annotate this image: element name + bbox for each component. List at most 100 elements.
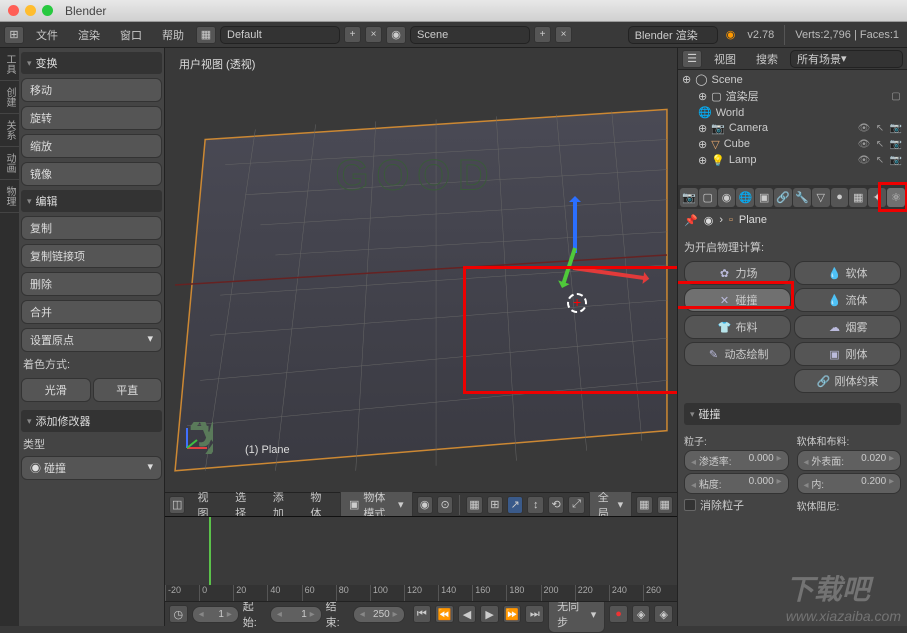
render-engine-select[interactable]: Blender 渲染	[628, 26, 718, 44]
smoke-button[interactable]: ☁烟雾	[794, 315, 901, 339]
manipulator-toggle[interactable]: ↗	[507, 496, 523, 514]
keying-set-button[interactable]: ◈	[632, 605, 651, 623]
outliner-view-menu[interactable]: 视图	[706, 48, 744, 70]
outliner-editor-icon[interactable]: ☰	[682, 50, 702, 68]
keyframe-next-button[interactable]: ⏩	[503, 605, 522, 623]
dynamic-paint-button[interactable]: ✎动态绘制	[684, 342, 791, 366]
start-frame-field[interactable]: 1	[270, 606, 322, 623]
help-menu[interactable]: 帮助	[154, 24, 192, 46]
cloth-button[interactable]: 👕布料	[684, 315, 791, 339]
maximize-window-button[interactable]	[42, 5, 53, 16]
jump-start-button[interactable]: ⏮	[413, 605, 432, 623]
prop-tab-render[interactable]: 📷	[680, 188, 698, 207]
blender-menu-icon[interactable]: ⊞	[4, 26, 24, 44]
prop-tab-texture[interactable]: ▦	[849, 188, 867, 207]
outer-thickness-field[interactable]: 外表面:0.020	[797, 450, 902, 471]
set-origin-button[interactable]: 设置原点▾	[21, 328, 162, 352]
jump-end-button[interactable]: ⏭	[525, 605, 544, 623]
pin-icon[interactable]: 📌	[684, 214, 698, 227]
scene-field[interactable]: Scene	[410, 26, 530, 44]
render-menu[interactable]: 渲染	[70, 24, 108, 46]
render-icon[interactable]: 📷	[889, 121, 903, 135]
snap-button[interactable]: ⊞	[487, 496, 503, 514]
keyframe-prev-button[interactable]: ⏪	[435, 605, 454, 623]
timeline-editor-icon[interactable]: ◷	[169, 605, 188, 623]
manipulator-scale[interactable]: ⤢	[568, 496, 584, 514]
layers-grid-1[interactable]: ▦	[636, 496, 652, 514]
outliner-item-world[interactable]: 🌐 World	[680, 105, 905, 120]
fluid-button[interactable]: 💧流体	[794, 288, 901, 312]
translate-button[interactable]: 移动	[21, 78, 162, 102]
tab-physics[interactable]: 物理	[0, 180, 19, 213]
shade-smooth-button[interactable]: 光滑	[21, 378, 91, 402]
screen-layout-field[interactable]: Default	[220, 26, 340, 44]
layers-grid-2[interactable]: ▦	[657, 496, 673, 514]
mirror-button[interactable]: 镜像	[21, 162, 162, 186]
prop-tab-world[interactable]: 🌐	[736, 188, 754, 207]
play-button[interactable]: ▶	[480, 605, 499, 623]
keying-set-2-button[interactable]: ◈	[654, 605, 673, 623]
layout-add-button[interactable]: +	[344, 26, 361, 43]
collision-panel-header[interactable]: 碰撞	[684, 403, 901, 425]
shading-button[interactable]: ◉	[417, 496, 433, 514]
permeability-field[interactable]: 渗透率:0.000	[684, 450, 789, 471]
prop-tab-modifiers[interactable]: 🔧	[793, 188, 811, 207]
scene-icon[interactable]: ◉	[386, 26, 406, 44]
tab-create[interactable]: 创建	[0, 81, 19, 114]
outliner-item-renderlayers[interactable]: ⊕ ▢ 渲染层 ▢	[680, 87, 905, 105]
scene-remove-button[interactable]: ×	[555, 26, 572, 43]
add-modifier-header[interactable]: 添加修改器	[21, 410, 162, 432]
rotate-button[interactable]: 旋转	[21, 106, 162, 130]
prop-tab-data[interactable]: ▽	[812, 188, 830, 207]
minimize-window-button[interactable]	[25, 5, 36, 16]
rigid-body-constraint-button[interactable]: 🔗刚体约束	[794, 369, 901, 393]
layers-button[interactable]: ▦	[466, 496, 482, 514]
inner-thickness-field[interactable]: 内:0.200	[797, 473, 902, 494]
soft-body-button[interactable]: 💧软体	[794, 261, 901, 285]
layout-remove-button[interactable]: ×	[365, 26, 382, 43]
scale-button[interactable]: 缩放	[21, 134, 162, 158]
tab-animation[interactable]: 动画	[0, 147, 19, 180]
prop-tab-scene[interactable]: ◉	[718, 188, 736, 207]
stickiness-field[interactable]: 粘度:0.000	[684, 473, 789, 494]
transform-panel-header[interactable]: 变换	[21, 52, 162, 74]
window-menu[interactable]: 窗口	[112, 24, 150, 46]
join-button[interactable]: 合并	[21, 300, 162, 324]
outliner-item-scene[interactable]: ⊕ ◯ Scene	[680, 72, 905, 87]
cursor-icon[interactable]: ↖	[873, 121, 887, 135]
scene-add-button[interactable]: +	[534, 26, 551, 43]
rigid-body-button[interactable]: ▣刚体	[794, 342, 901, 366]
outliner-item-camera[interactable]: ⊕ 📷 Camera👁↖📷	[680, 120, 905, 136]
eye-icon[interactable]: 👁	[857, 121, 871, 135]
play-reverse-button[interactable]: ◀	[458, 605, 477, 623]
timeline-canvas[interactable]: -200 2040 6080 100120 140160 180200 2202…	[165, 517, 677, 602]
3d-viewport[interactable]: 用户视图 (透视) GOOD	[165, 48, 677, 492]
outliner-item-cube[interactable]: ⊕ ▽ Cube👁↖📷	[680, 136, 905, 152]
outliner-item-lamp[interactable]: ⊕ 💡 Lamp👁↖📷	[680, 152, 905, 168]
edit-panel-header[interactable]: 编辑	[21, 190, 162, 212]
duplicate-linked-button[interactable]: 复制链接项	[21, 244, 162, 268]
auto-keyframe-button[interactable]: ●	[609, 605, 628, 623]
manipulator-rotate[interactable]: ⟲	[548, 496, 564, 514]
layout-icon[interactable]: ▦	[196, 26, 216, 44]
duplicate-button[interactable]: 复制	[21, 216, 162, 240]
pivot-button[interactable]: ⊙	[437, 496, 453, 514]
delete-button[interactable]: 删除	[21, 272, 162, 296]
kill-particles-checkbox[interactable]: 消除粒子	[684, 497, 789, 513]
shade-flat-button[interactable]: 平直	[93, 378, 163, 402]
timeline-ruler[interactable]: -200 2040 6080 100120 140160 180200 2202…	[165, 585, 677, 601]
prop-tab-object[interactable]: ▣	[755, 188, 773, 207]
prop-tab-material[interactable]: ●	[831, 188, 849, 207]
outliner-search-menu[interactable]: 搜索	[748, 48, 786, 70]
modifier-type-select[interactable]: ◉ 碰撞▾	[21, 456, 162, 480]
editor-type-icon[interactable]: ◫	[169, 496, 185, 514]
current-frame-field[interactable]: 1	[192, 606, 239, 623]
breadcrumb-scene-icon[interactable]: ◉	[704, 214, 714, 227]
prop-tab-renderlayers[interactable]: ▢	[699, 188, 717, 207]
outliner-tree[interactable]: ⊕ ◯ Scene ⊕ ▢ 渲染层 ▢ 🌐 World ⊕ 📷 Camera👁↖…	[678, 70, 907, 185]
tab-tools[interactable]: 工具	[0, 48, 19, 81]
manipulator-translate[interactable]: ↕	[527, 496, 543, 514]
prop-tab-constraints[interactable]: 🔗	[774, 188, 792, 207]
file-menu[interactable]: 文件	[28, 24, 66, 46]
close-window-button[interactable]	[8, 5, 19, 16]
